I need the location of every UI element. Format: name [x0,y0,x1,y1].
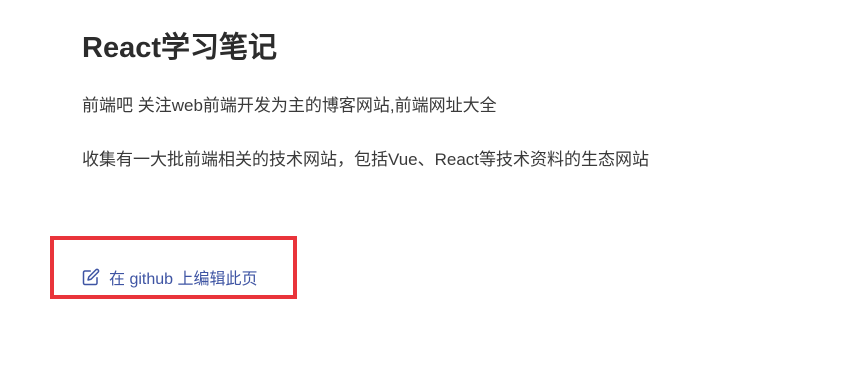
page-title: React学习笔记 [82,32,277,64]
intro-paragraph: 前端吧 关注web前端开发为主的博客网站,前端网址大全 [82,96,497,115]
article-page: React学习笔记 前端吧 关注web前端开发为主的博客网站,前端网址大全 收集… [0,0,858,374]
description-paragraph: 收集有一大批前端相关的技术网站，包括Vue、React等技术资料的生态网站 [82,150,650,169]
edit-icon [82,268,100,286]
edit-on-github-link[interactable]: 在 github 上编辑此页 [82,265,258,289]
edit-link-label: 在 github 上编辑此页 [109,271,258,288]
